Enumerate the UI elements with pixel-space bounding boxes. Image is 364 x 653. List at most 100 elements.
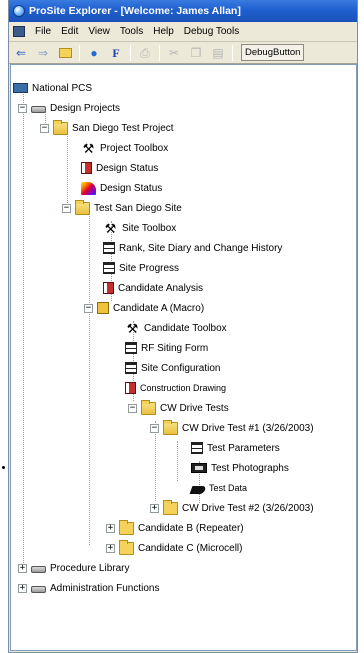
tree-item-project-toolbox[interactable]: ⚒ Project Toolbox xyxy=(81,139,169,157)
folder-open-icon xyxy=(75,199,90,215)
tree-item-label: Test San Diego Site xyxy=(94,202,182,214)
tree-item-label: CW Drive Test #2 (3/26/2003) xyxy=(182,502,314,514)
tree-item-test-parameters[interactable]: Test Parameters xyxy=(191,439,280,457)
tree-item-label: Candidate A (Macro) xyxy=(113,302,205,314)
tree-item-label: National PCS xyxy=(32,82,93,94)
tree-item-candidate-a[interactable]: − Candidate A (Macro) xyxy=(84,299,204,317)
bullet-dot xyxy=(2,466,5,469)
menu-file[interactable]: File xyxy=(35,26,51,37)
tree-item-label: Candidate B (Repeater) xyxy=(138,522,244,534)
tree-item-label: San Diego Test Project xyxy=(72,122,174,134)
tree-item-candidate-toolbox[interactable]: ⚒ Candidate Toolbox xyxy=(125,319,227,337)
tree-item-national-pcs[interactable]: National PCS xyxy=(13,79,92,97)
tree-item-label: Candidate Toolbox xyxy=(144,322,227,334)
system-menu-icon[interactable] xyxy=(13,26,25,37)
form-icon xyxy=(103,262,115,274)
tree-item-label: Administration Functions xyxy=(50,582,160,594)
folder-open-icon xyxy=(53,119,68,135)
folder-icon xyxy=(119,519,134,535)
tree-item-site-toolbox[interactable]: ⚒ Site Toolbox xyxy=(103,219,177,237)
tree-item-candidate-b[interactable]: + Candidate B (Repeater) xyxy=(106,519,244,537)
tree-item-label: Site Configuration xyxy=(141,362,221,374)
tree-item-cw-drive-test-2[interactable]: + CW Drive Test #2 (3/26/2003) xyxy=(150,499,314,517)
tree-item-site-progress[interactable]: Site Progress xyxy=(103,259,179,277)
title-bar: ProSite Explorer - [Welcome: James Allan… xyxy=(9,0,357,22)
tree-item-test-san-diego-site[interactable]: − Test San Diego Site xyxy=(62,199,182,217)
tree-item-construction-drawing[interactable]: Construction Drawing xyxy=(125,379,226,397)
prosite-explorer-window: ProSite Explorer - [Welcome: James Allan… xyxy=(8,0,358,653)
toolbar-separator xyxy=(232,44,233,61)
copy-icon[interactable]: ❐ xyxy=(188,45,204,61)
paste-icon[interactable]: ▤ xyxy=(210,45,226,61)
tree-item-label: Candidate C (Microcell) xyxy=(138,542,243,554)
form-icon xyxy=(191,442,203,454)
find-icon[interactable]: F xyxy=(108,45,124,61)
drive-icon xyxy=(31,106,46,113)
tree-item-label: CW Drive Test #1 (3/26/2003) xyxy=(182,422,314,434)
form-icon xyxy=(103,242,115,254)
tree-item-label: Project Toolbox xyxy=(100,142,169,154)
tree-item-label: Test Data xyxy=(209,483,248,493)
tree-item-rf-siting-form[interactable]: RF Siting Form xyxy=(125,339,208,357)
collapse-toggle[interactable]: − xyxy=(18,103,27,113)
forward-arrow-icon[interactable]: ⇒ xyxy=(35,45,51,61)
collapse-toggle[interactable]: − xyxy=(150,423,159,433)
menu-tools[interactable]: Tools xyxy=(120,26,143,37)
folder-up-icon[interactable] xyxy=(57,45,73,61)
computer-icon xyxy=(13,83,28,93)
tree-item-label: Construction Drawing xyxy=(140,383,227,393)
folder-open-icon xyxy=(163,419,178,435)
tree-item-test-photographs[interactable]: Test Photographs xyxy=(191,459,289,477)
tree-item-design-status-1[interactable]: Design Status xyxy=(81,159,158,177)
tree-item-label: Site Toolbox xyxy=(122,222,177,234)
tree-item-site-configuration[interactable]: Site Configuration xyxy=(125,359,221,377)
window-title: ProSite Explorer - [Welcome: James Allan… xyxy=(29,5,241,17)
expand-toggle[interactable]: + xyxy=(18,583,27,593)
menu-bar: File Edit View Tools Help Debug Tools xyxy=(9,22,357,42)
report-icon xyxy=(81,162,92,174)
expand-toggle[interactable]: + xyxy=(150,503,159,513)
menu-debug-tools[interactable]: Debug Tools xyxy=(184,26,239,37)
collapse-toggle[interactable]: − xyxy=(40,123,49,133)
data-icon xyxy=(189,486,207,494)
menu-view[interactable]: View xyxy=(88,26,110,37)
menu-help[interactable]: Help xyxy=(153,26,174,37)
tree-item-rank-site-diary[interactable]: Rank, Site Diary and Change History xyxy=(103,239,282,257)
menu-edit[interactable]: Edit xyxy=(61,26,78,37)
tree-item-administration-functions[interactable]: + Administration Functions xyxy=(18,579,160,597)
tree-item-design-projects[interactable]: − Design Projects xyxy=(18,99,120,117)
expand-toggle[interactable]: + xyxy=(106,543,115,553)
collapse-toggle[interactable]: − xyxy=(128,403,137,413)
back-arrow-icon[interactable]: ⇐ xyxy=(13,45,29,61)
folder-open-icon xyxy=(141,399,156,415)
tree-item-label: Candidate Analysis xyxy=(118,282,204,294)
tree-item-cw-drive-test-1[interactable]: − CW Drive Test #1 (3/26/2003) xyxy=(150,419,314,437)
collapse-toggle[interactable]: − xyxy=(84,303,93,313)
tree-item-design-status-2[interactable]: Design Status xyxy=(81,179,162,197)
folder-icon xyxy=(119,539,134,555)
tree-item-san-diego-test-project[interactable]: − San Diego Test Project xyxy=(40,119,174,137)
print-icon[interactable]: ⎙ xyxy=(137,45,153,61)
tree-item-label: Procedure Library xyxy=(50,562,130,574)
tree-item-test-data[interactable]: Test Data xyxy=(189,479,248,497)
tree-connector xyxy=(89,205,90,545)
toolbar-separator xyxy=(159,44,160,61)
expand-toggle[interactable]: + xyxy=(106,523,115,533)
tree-item-cw-drive-tests[interactable]: − CW Drive Tests xyxy=(128,399,229,417)
tree-item-label: Rank, Site Diary and Change History xyxy=(119,242,283,254)
tree-item-candidate-c[interactable]: + Candidate C (Microcell) xyxy=(106,539,242,557)
candidate-icon xyxy=(97,302,109,314)
cut-icon[interactable]: ✂ xyxy=(166,45,182,61)
report-icon xyxy=(103,282,114,294)
drive-icon xyxy=(31,586,46,593)
debug-button[interactable]: DebugButton xyxy=(241,44,305,61)
tree-item-label: Design Status xyxy=(96,162,159,174)
tree-view: National PCS − Design Projects − San Die… xyxy=(10,64,357,651)
globe-icon[interactable]: ● xyxy=(86,45,102,61)
expand-toggle[interactable]: + xyxy=(18,563,27,573)
collapse-toggle[interactable]: − xyxy=(62,203,71,213)
drive-icon xyxy=(31,566,46,573)
folder-icon xyxy=(163,499,178,515)
tree-item-candidate-analysis[interactable]: Candidate Analysis xyxy=(103,279,203,297)
tree-item-procedure-library[interactable]: + Procedure Library xyxy=(18,559,129,577)
